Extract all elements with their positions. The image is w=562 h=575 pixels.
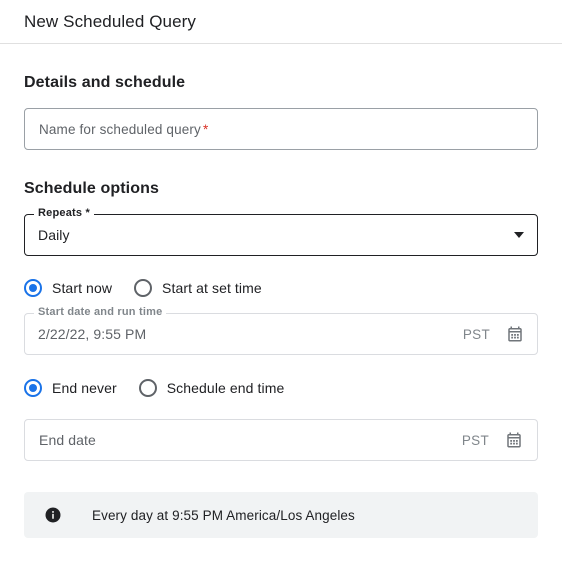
- scheduled-query-name-placeholder: Name for scheduled query: [39, 121, 201, 137]
- end-date-timezone: PST: [461, 432, 489, 448]
- info-icon: [44, 506, 62, 524]
- calendar-icon[interactable]: [505, 431, 523, 449]
- dialog-header: New Scheduled Query: [0, 0, 562, 44]
- start-datetime-value: 2/22/22, 9:55 PM: [38, 326, 147, 342]
- start-datetime-timezone: PST: [462, 326, 490, 342]
- repeats-value-row: Daily: [24, 214, 538, 256]
- schedule-summary-banner: Every day at 9:55 PM America/Los Angeles: [24, 492, 538, 538]
- radio-option-start-at-set-time[interactable]: Start at set time: [134, 279, 262, 297]
- end-date-input[interactable]: End date PST: [24, 419, 538, 461]
- repeats-select[interactable]: Repeats * Daily: [24, 207, 538, 256]
- start-mode-radio-group: Start now Start at set time: [24, 279, 538, 297]
- radio-option-schedule-end-time[interactable]: Schedule end time: [138, 379, 285, 397]
- required-asterisk: *: [202, 121, 209, 137]
- radio-mark-schedule-end-time[interactable]: [138, 379, 157, 397]
- repeats-selected-value: Daily: [38, 227, 70, 243]
- radio-option-start-now[interactable]: Start now: [24, 279, 112, 297]
- radio-option-end-never[interactable]: End never: [24, 379, 117, 397]
- radio-mark-end-never[interactable]: [24, 379, 42, 397]
- radio-label-start-at-set-time: Start at set time: [162, 280, 262, 296]
- schedule-section-heading: Schedule options: [24, 180, 159, 197]
- details-section-heading: Details and schedule: [24, 74, 186, 91]
- page-title: New Scheduled Query: [24, 11, 196, 31]
- end-date-placeholder: End date: [39, 432, 96, 448]
- scheduled-query-name-input[interactable]: Name for scheduled query *: [24, 108, 538, 150]
- radio-mark-start-now[interactable]: [24, 279, 42, 297]
- radio-label-start-now: Start now: [52, 280, 113, 296]
- calendar-icon[interactable]: [506, 325, 524, 343]
- dialog-body: Details and schedule Name for scheduled …: [0, 44, 562, 538]
- chevron-down-icon[interactable]: [514, 232, 524, 238]
- radio-label-schedule-end-time: Schedule end time: [166, 380, 285, 396]
- start-datetime-value-row: 2/22/22, 9:55 PM PST: [24, 313, 538, 355]
- radio-label-end-never: End never: [52, 380, 117, 396]
- end-mode-radio-group: End never Schedule end time: [24, 379, 538, 397]
- radio-mark-start-at-set-time[interactable]: [134, 279, 153, 297]
- schedule-summary-text: Every day at 9:55 PM America/Los Angeles: [92, 507, 355, 523]
- start-datetime-input[interactable]: Start date and run time 2/22/22, 9:55 PM…: [24, 306, 538, 355]
